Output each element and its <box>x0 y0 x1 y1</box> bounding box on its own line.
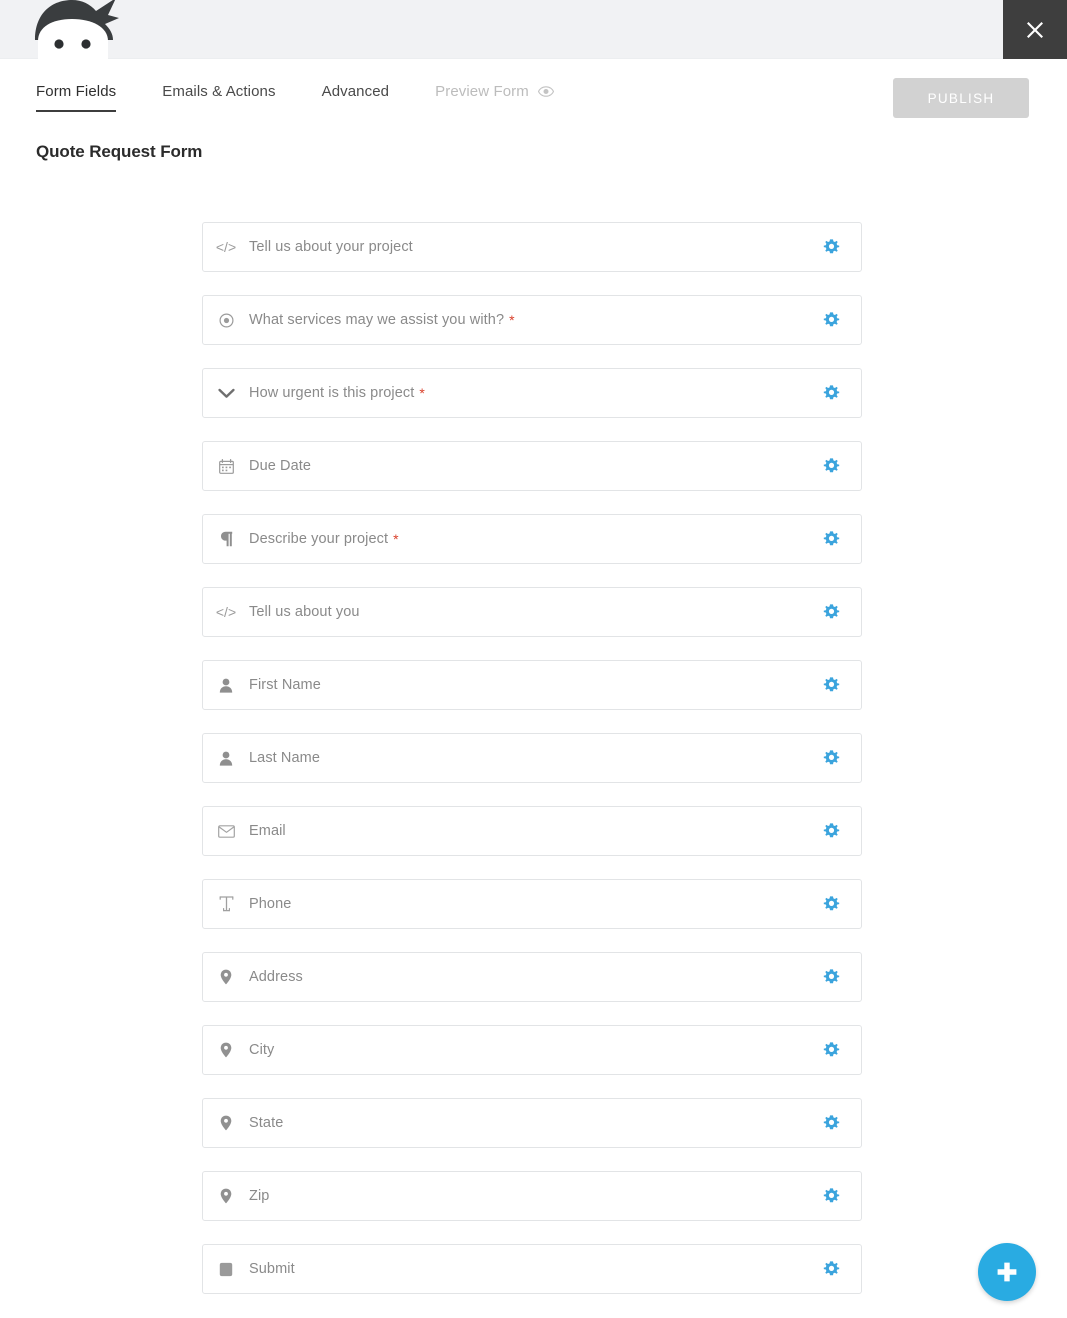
form-field-label: City <box>249 1042 275 1058</box>
field-settings-button[interactable] <box>823 312 840 329</box>
form-field-row[interactable]: Address <box>202 952 862 1002</box>
tab-emails-actions[interactable]: Emails & Actions <box>162 83 275 110</box>
map-pin-icon <box>203 969 249 985</box>
gear-icon <box>823 823 840 838</box>
window-topbar <box>0 0 1067 59</box>
gear-icon <box>823 1261 840 1276</box>
form-field-label: Tell us about your project <box>249 239 413 255</box>
field-settings-button[interactable] <box>823 969 840 986</box>
field-settings-button[interactable] <box>823 896 840 913</box>
tab-list: Form Fields Emails & Actions Advanced Pr… <box>36 83 600 112</box>
gear-icon <box>823 677 840 692</box>
field-settings-button[interactable] <box>823 1188 840 1205</box>
field-settings-button[interactable] <box>823 239 840 256</box>
gear-icon <box>823 312 840 327</box>
form-field-row[interactable]: Due Date <box>202 441 862 491</box>
user-icon <box>203 751 249 766</box>
form-field-row[interactable]: Email <box>202 806 862 856</box>
form-field-row[interactable]: Phone <box>202 879 862 929</box>
form-field-label: Submit <box>249 1261 295 1277</box>
page-title: Quote Request Form <box>36 142 203 161</box>
gear-icon <box>823 1042 840 1057</box>
eye-icon <box>537 86 554 97</box>
map-pin-icon <box>203 1115 249 1131</box>
preview-form-link[interactable]: Preview Form <box>435 83 554 110</box>
close-icon <box>1027 21 1043 38</box>
gear-icon <box>823 896 840 911</box>
gear-icon <box>823 604 840 619</box>
form-fields-list: </> Tell us about your project What servic… <box>202 222 862 1317</box>
form-field-label: Phone <box>249 896 292 912</box>
paragraph-icon <box>203 531 249 547</box>
required-indicator: * <box>419 385 425 401</box>
form-field-row[interactable]: Last Name <box>202 733 862 783</box>
button-icon <box>203 1262 249 1277</box>
form-field-row[interactable]: Describe your project * <box>202 514 862 564</box>
field-settings-button[interactable] <box>823 1261 840 1278</box>
form-field-label: What services may we assist you with? <box>249 312 505 328</box>
preview-form-label: Preview Form <box>435 83 529 100</box>
field-settings-button[interactable] <box>823 823 840 840</box>
close-button[interactable] <box>1003 0 1067 59</box>
gear-icon <box>823 385 840 400</box>
form-field-row[interactable]: How urgent is this project * <box>202 368 862 418</box>
form-field-row[interactable]: State <box>202 1098 862 1148</box>
form-field-row[interactable]: </> Tell us about your project <box>202 222 862 272</box>
calendar-icon <box>203 458 249 474</box>
chevron-down-icon <box>203 388 249 399</box>
form-field-row[interactable]: Zip <box>202 1171 862 1221</box>
user-icon <box>203 678 249 693</box>
field-settings-button[interactable] <box>823 458 840 475</box>
text-icon <box>203 896 249 912</box>
add-field-button[interactable] <box>978 1243 1036 1301</box>
publish-button[interactable]: PUBLISH <box>893 78 1029 118</box>
form-field-row[interactable]: </> Tell us about you <box>202 587 862 637</box>
required-indicator: * <box>509 312 515 328</box>
plus-icon <box>997 1262 1017 1282</box>
field-settings-button[interactable] <box>823 677 840 694</box>
form-field-label: How urgent is this project <box>249 385 415 401</box>
field-settings-button[interactable] <box>823 531 840 548</box>
tab-emails-actions-label: Emails & Actions <box>162 83 276 100</box>
form-field-row[interactable]: First Name <box>202 660 862 710</box>
form-field-label: Zip <box>249 1188 270 1204</box>
envelope-icon <box>203 824 249 838</box>
gear-icon <box>823 458 840 473</box>
form-field-label: Address <box>249 969 303 985</box>
form-field-row[interactable]: What services may we assist you with? * <box>202 295 862 345</box>
form-field-label: Tell us about you <box>249 604 360 620</box>
gear-icon <box>823 1115 840 1130</box>
gear-icon <box>823 750 840 765</box>
field-settings-button[interactable] <box>823 604 840 621</box>
form-field-label: Email <box>249 823 286 839</box>
field-settings-button[interactable] <box>823 750 840 767</box>
field-settings-button[interactable] <box>823 1042 840 1059</box>
tab-form-fields-label: Form Fields <box>36 83 117 100</box>
gear-icon <box>823 1188 840 1203</box>
tab-advanced[interactable]: Advanced <box>322 83 390 110</box>
field-settings-button[interactable] <box>823 385 840 402</box>
tab-advanced-label: Advanced <box>321 83 390 100</box>
form-field-label: Last Name <box>249 750 321 766</box>
form-field-row[interactable]: City <box>202 1025 862 1075</box>
map-pin-icon <box>203 1042 249 1058</box>
code-icon: </> <box>215 604 237 620</box>
form-field-label: Describe your project <box>249 531 389 547</box>
radio-icon <box>203 312 249 328</box>
gear-icon <box>823 969 840 984</box>
form-field-label: Due Date <box>249 458 312 474</box>
form-field-label: State <box>249 1115 284 1131</box>
form-field-label: First Name <box>249 677 321 693</box>
required-indicator: * <box>393 531 399 547</box>
form-field-row[interactable]: Submit <box>202 1244 862 1294</box>
tab-form-fields[interactable]: Form Fields <box>36 83 117 112</box>
gear-icon <box>823 531 840 546</box>
code-icon: </> <box>215 239 237 255</box>
gear-icon <box>823 239 840 254</box>
field-settings-button[interactable] <box>823 1115 840 1132</box>
map-pin-icon <box>203 1188 249 1204</box>
ninja-forms-logo <box>20 0 130 59</box>
